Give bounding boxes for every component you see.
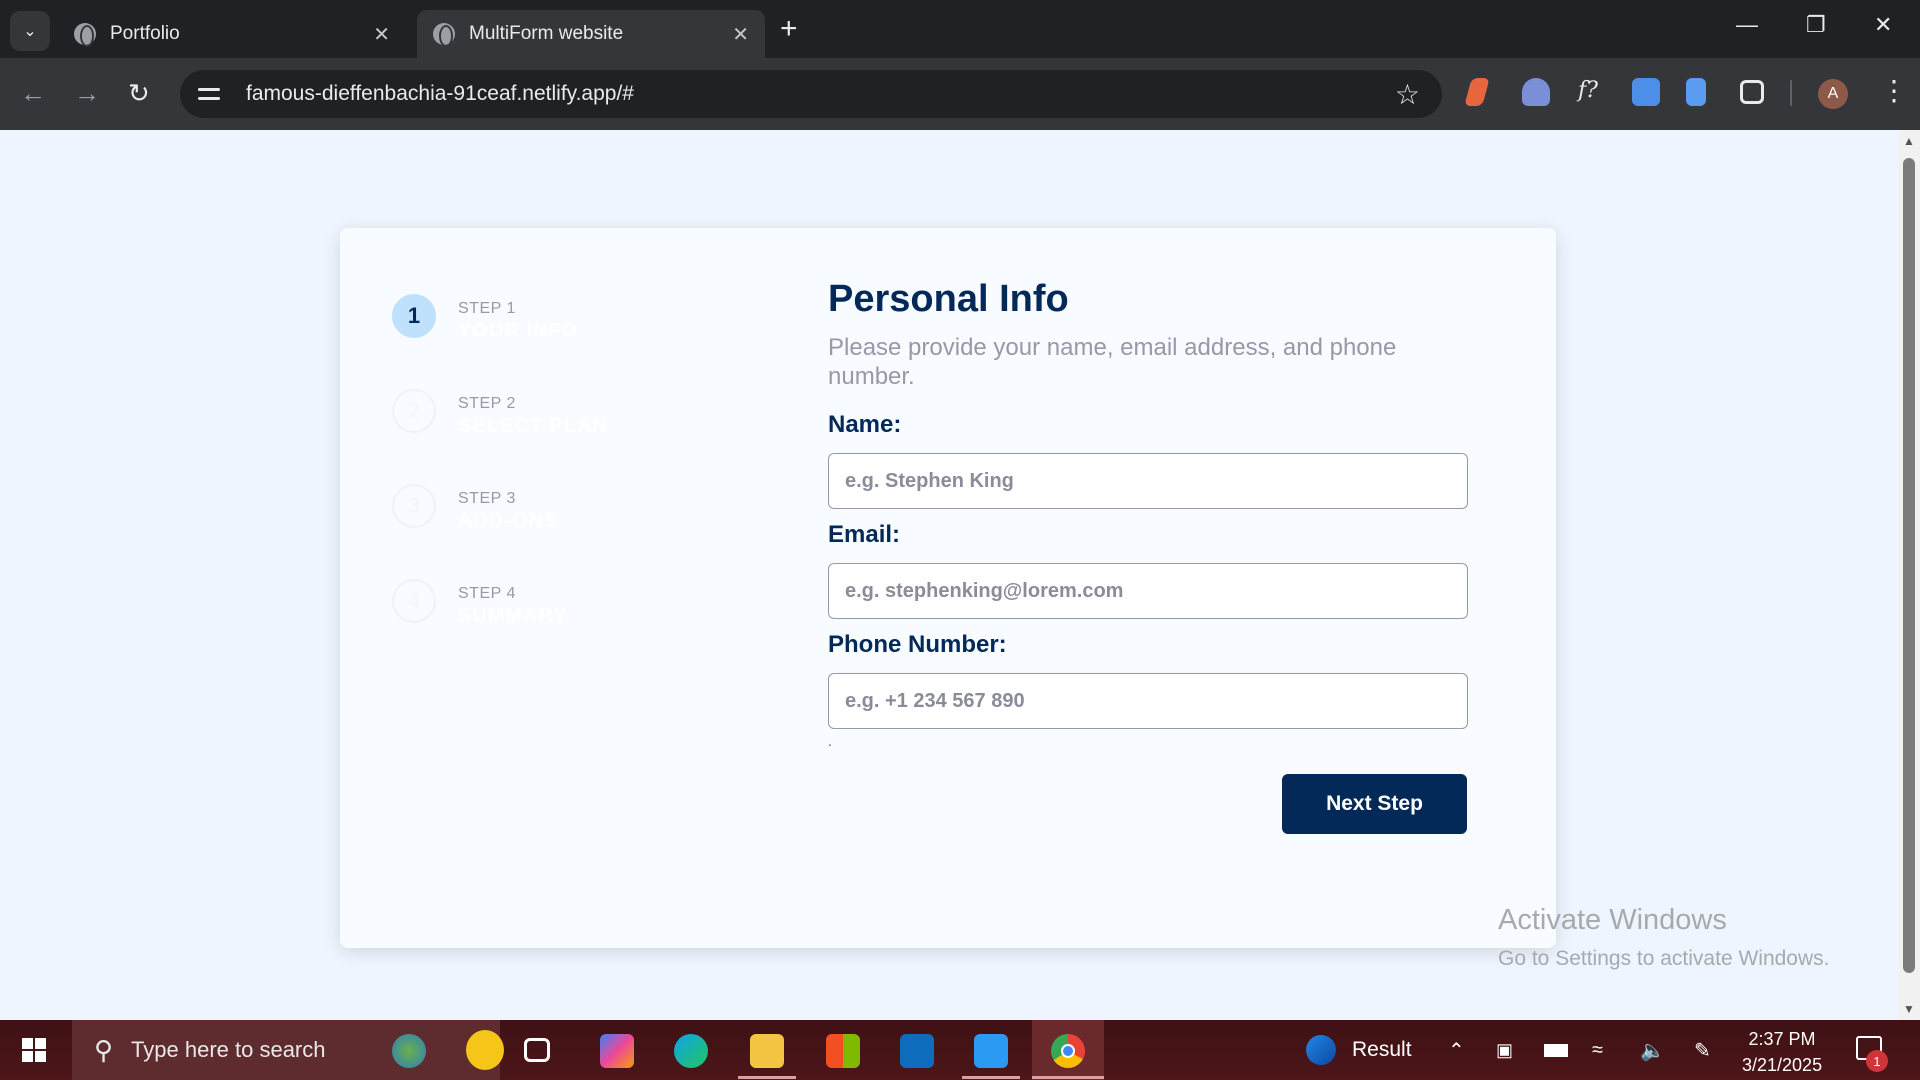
- tab-title: Portfolio: [110, 23, 180, 44]
- tab-search-button[interactable]: ⌄: [10, 11, 50, 51]
- clock-time: 2:37 PM: [1748, 1029, 1816, 1049]
- chevron-down-icon: ⌄: [23, 23, 37, 40]
- notification-badge: 1: [1866, 1050, 1888, 1072]
- forward-icon[interactable]: →: [74, 78, 100, 109]
- phone-label: Phone Number:: [828, 631, 1007, 658]
- step-label: STEP 2: [458, 395, 516, 412]
- extension-icon[interactable]: [1632, 78, 1660, 106]
- sidebar-step-1: 1 STEP 1 YOUR INFO: [392, 294, 578, 343]
- extensions-puzzle-icon[interactable]: [1740, 80, 1764, 104]
- step-number: 3: [392, 484, 436, 528]
- chrome-taskbar-active[interactable]: [1032, 1020, 1104, 1080]
- battery-icon[interactable]: [1544, 1020, 1568, 1080]
- pen-icon[interactable]: ✎: [1694, 1020, 1711, 1080]
- watermark-title: Activate Windows: [1498, 904, 1727, 936]
- step-label: STEP 1: [458, 300, 516, 317]
- step-number: 2: [392, 389, 436, 433]
- menu-kebab-icon[interactable]: ⋮: [1880, 74, 1908, 107]
- browser-toolbar: ← → ↻ famous-dieffenbachia-91ceaf.netlif…: [0, 58, 1920, 130]
- search-highlight-icon[interactable]: [392, 1034, 426, 1068]
- globe-icon: [433, 23, 455, 47]
- meet-now-icon[interactable]: ▣: [1496, 1020, 1513, 1080]
- close-tab-icon[interactable]: ✕: [732, 22, 749, 47]
- scroll-down-icon[interactable]: ▼: [1903, 1002, 1915, 1016]
- running-indicator: [962, 1076, 1020, 1079]
- vscode-icon[interactable]: [974, 1034, 1008, 1068]
- taskbar-search-placeholder: Type here to search: [131, 1037, 326, 1062]
- tab-title: MultiForm website: [469, 23, 624, 44]
- clock-date: 3/21/2025: [1742, 1055, 1823, 1075]
- step-number: 4: [392, 579, 436, 623]
- running-indicator: [738, 1076, 796, 1079]
- volume-icon[interactable]: 🔈: [1640, 1020, 1665, 1080]
- wifi-icon[interactable]: ≈: [1592, 1020, 1603, 1080]
- extension-icon[interactable]: [1686, 78, 1706, 106]
- taskbar-search-box[interactable]: ⚲ Type here to search: [72, 1020, 500, 1080]
- stray-dot: .: [828, 733, 832, 749]
- page-subtitle: Please provide your name, email address,…: [828, 334, 1397, 390]
- weather-sun-icon: [466, 1030, 504, 1070]
- weather-widget[interactable]: Result: [1306, 1020, 1412, 1080]
- extension-icon[interactable]: [1522, 78, 1550, 106]
- show-hidden-icons-chevron[interactable]: ⌃: [1448, 1020, 1465, 1080]
- step-name: ADD-ONS: [458, 510, 559, 532]
- phone-input[interactable]: [828, 673, 1468, 729]
- sidebar-step-2: 2 STEP 2 SELECT PLAN: [392, 389, 608, 438]
- microsoft-store-icon[interactable]: [826, 1034, 860, 1068]
- restore-icon[interactable]: ❐: [1806, 12, 1826, 38]
- activate-windows-watermark: Activate Windows Go to Settings to activ…: [1498, 904, 1830, 971]
- name-input[interactable]: [828, 453, 1468, 509]
- new-tab-button[interactable]: +: [780, 14, 798, 44]
- windows-start-icon[interactable]: [22, 1038, 46, 1062]
- step-name: SELECT PLAN: [458, 415, 608, 437]
- reload-icon[interactable]: ↻: [128, 78, 150, 109]
- name-label: Name:: [828, 411, 902, 438]
- personal-info-form: Personal Info Please provide your name, …: [828, 278, 1468, 751]
- task-view-icon[interactable]: [524, 1038, 550, 1062]
- formula-extension-icon[interactable]: f?: [1578, 78, 1606, 106]
- sidebar-step-3: 3 STEP 3 ADD-ONS: [392, 484, 558, 533]
- step-name: YOUR INFO: [458, 320, 579, 342]
- email-label: Email:: [828, 521, 901, 548]
- outlook-icon[interactable]: [900, 1034, 934, 1068]
- chrome-icon-center: [1061, 1044, 1075, 1058]
- browser-titlebar: ⌄ Portfolio ✕ MultiForm website ✕ + — ❐ …: [0, 0, 1920, 58]
- next-step-button[interactable]: Next Step: [1282, 774, 1467, 834]
- running-indicator: [1032, 1076, 1104, 1079]
- globe-icon: [74, 23, 96, 47]
- step-number: 1: [392, 294, 436, 338]
- file-explorer-icon[interactable]: [750, 1034, 784, 1068]
- windows-taskbar: ⚲ Type here to search Result ⌃ ▣ ≈ 🔈 ✎ 2…: [0, 1020, 1920, 1080]
- vertical-scrollbar[interactable]: ▲ ▼: [1898, 130, 1920, 1020]
- window-close-icon[interactable]: ✕: [1874, 12, 1892, 38]
- search-icon: ⚲: [94, 1034, 114, 1065]
- extension-icon[interactable]: [1464, 78, 1490, 106]
- multistep-form-card: 1 STEP 1 YOUR INFO 2 STEP 2 SELECT PLAN …: [340, 228, 1556, 948]
- scrollbar-thumb[interactable]: [1903, 158, 1915, 973]
- page-title: Personal Info: [828, 278, 1069, 320]
- step-label: STEP 4: [458, 585, 516, 602]
- tab-multiform[interactable]: MultiForm website ✕: [417, 10, 765, 58]
- tab-portfolio[interactable]: Portfolio ✕: [58, 10, 406, 58]
- back-icon[interactable]: ←: [20, 78, 46, 109]
- weather-app-icon: [1306, 1035, 1336, 1065]
- scroll-up-icon[interactable]: ▲: [1903, 134, 1915, 148]
- step-name: SUMMARY: [458, 605, 568, 627]
- weather-label: Result: [1352, 1038, 1412, 1061]
- watermark-subtitle: Go to Settings to activate Windows.: [1498, 947, 1830, 970]
- site-settings-icon[interactable]: [198, 83, 224, 105]
- edge-icon[interactable]: [674, 1034, 708, 1068]
- bookmark-star-icon[interactable]: ☆: [1395, 78, 1420, 111]
- taskbar-clock[interactable]: 2:37 PM 3/21/2025: [1742, 1026, 1822, 1078]
- sidebar-step-4: 4 STEP 4 SUMMARY: [392, 579, 568, 628]
- close-tab-icon[interactable]: ✕: [373, 22, 390, 47]
- copilot-icon[interactable]: [600, 1034, 634, 1068]
- url-text[interactable]: famous-dieffenbachia-91ceaf.netlify.app/…: [246, 82, 634, 106]
- address-bar[interactable]: famous-dieffenbachia-91ceaf.netlify.app/…: [180, 70, 1442, 118]
- toolbar-divider: [1790, 80, 1792, 106]
- email-input[interactable]: [828, 563, 1468, 619]
- minimize-icon[interactable]: —: [1736, 12, 1758, 38]
- step-label: STEP 3: [458, 490, 516, 507]
- profile-avatar[interactable]: A: [1818, 79, 1848, 109]
